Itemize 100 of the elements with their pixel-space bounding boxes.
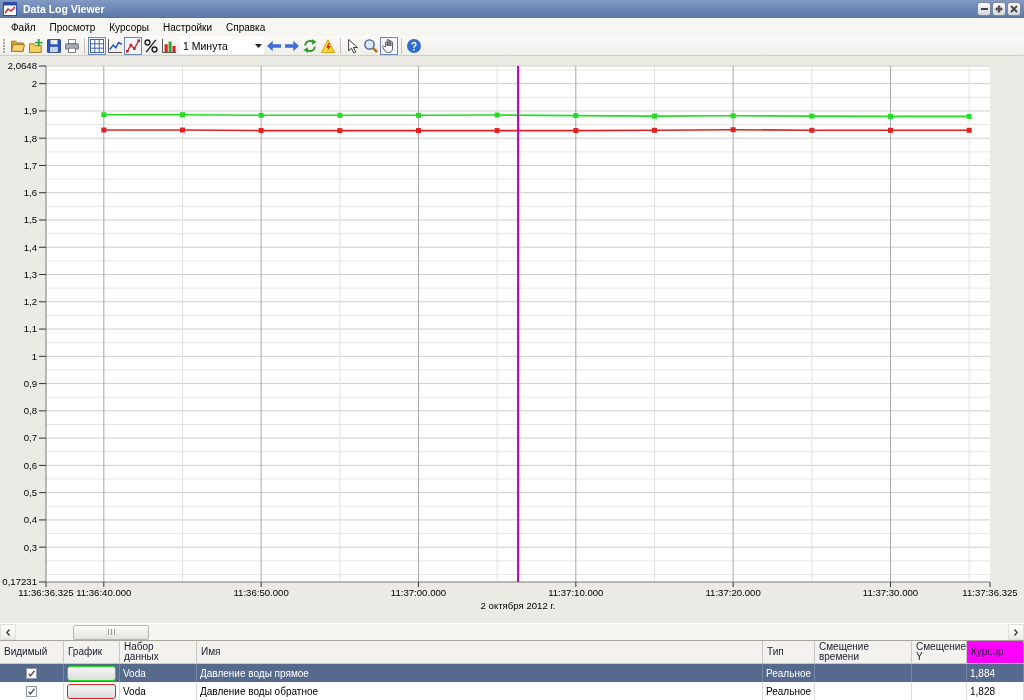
y-tick-label: 1,3 bbox=[23, 268, 37, 280]
menu-item[interactable]: Курсоры bbox=[102, 19, 156, 35]
line-markers-icon bbox=[126, 38, 140, 53]
grip-icon bbox=[107, 629, 115, 635]
table-cell: Voda bbox=[120, 682, 197, 700]
column-header[interactable]: Смещение времени bbox=[815, 641, 912, 663]
data-point bbox=[101, 127, 107, 133]
toolbar-button[interactable] bbox=[88, 36, 106, 55]
column-header[interactable]: Видимый bbox=[0, 641, 64, 663]
app-icon bbox=[3, 2, 17, 16]
y-tick-label: 0,3 bbox=[23, 541, 37, 553]
data-point bbox=[180, 127, 185, 133]
data-point bbox=[652, 127, 657, 133]
color-swatch[interactable] bbox=[67, 683, 116, 699]
grid-icon bbox=[90, 38, 104, 53]
magnifier-icon bbox=[364, 38, 378, 53]
data-point bbox=[416, 128, 421, 134]
data-point bbox=[888, 127, 893, 133]
expand-icon bbox=[995, 5, 1003, 13]
x-tick-label: 11:37:00.000 bbox=[390, 587, 447, 598]
y-tick-label: 1,9 bbox=[23, 105, 37, 117]
data-point bbox=[416, 112, 421, 118]
y-tick-label: 1,4 bbox=[23, 241, 37, 253]
scroll-left-button[interactable] bbox=[0, 624, 16, 640]
scroll-right-button[interactable] bbox=[1008, 624, 1024, 640]
maximize-button[interactable] bbox=[992, 2, 1006, 16]
minimize-button[interactable] bbox=[977, 2, 991, 16]
column-header[interactable]: График bbox=[64, 641, 120, 663]
x-tick-label: 11:37:20.000 bbox=[705, 587, 761, 598]
data-point bbox=[494, 128, 500, 134]
refresh-icon bbox=[303, 38, 317, 53]
column-header[interactable]: Курсор bbox=[967, 641, 1024, 663]
y-tick-label: 2,0648 bbox=[7, 60, 37, 72]
table-cell: Давление воды обратное bbox=[197, 682, 763, 700]
menu-item[interactable]: Файл bbox=[4, 19, 43, 35]
x-tick-label: 11:37:30.000 bbox=[862, 587, 919, 598]
folder-plus-icon bbox=[29, 38, 43, 53]
data-point bbox=[258, 128, 264, 134]
y-tick-label: 0,6 bbox=[23, 459, 37, 471]
data-point bbox=[966, 127, 972, 133]
data-point bbox=[730, 127, 736, 133]
menu-item[interactable]: Справка bbox=[219, 19, 273, 35]
data-point bbox=[809, 113, 815, 119]
x-tick-label: 11:36:40.000 bbox=[76, 587, 132, 598]
y-tick-label: 1 bbox=[31, 350, 37, 362]
checkbox[interactable] bbox=[26, 685, 37, 697]
y-tick-label: 0,8 bbox=[23, 405, 37, 417]
bar-chart-icon bbox=[162, 38, 176, 53]
data-point bbox=[652, 113, 657, 119]
interval-dropdown[interactable]: 1 Минута bbox=[180, 37, 264, 54]
y-tick-label: 0,9 bbox=[23, 377, 37, 389]
checkbox[interactable] bbox=[26, 667, 37, 679]
caret-icon bbox=[255, 43, 262, 48]
chevron-left-icon bbox=[6, 628, 10, 636]
arrow-right-icon bbox=[285, 38, 299, 53]
y-tick-label: 2 bbox=[31, 78, 37, 90]
horizontal-scrollbar[interactable] bbox=[0, 623, 1024, 640]
line-chart-icon bbox=[108, 38, 122, 53]
data-point bbox=[966, 113, 972, 119]
data-point bbox=[180, 112, 185, 118]
x-tick-label: 11:37:36.325 bbox=[962, 587, 1018, 598]
toolbar-button[interactable] bbox=[380, 36, 398, 55]
close-button[interactable] bbox=[1007, 2, 1021, 16]
printer-icon bbox=[65, 38, 79, 53]
menu-item[interactable]: Просмотр bbox=[42, 19, 103, 35]
axis-title: 2 октября 2012 г. bbox=[480, 600, 556, 611]
hand-icon bbox=[382, 38, 396, 53]
data-point bbox=[101, 112, 107, 118]
data-point bbox=[337, 112, 343, 118]
y-tick-label: 1,2 bbox=[23, 296, 37, 308]
x-tick-label: 11:37:10.000 bbox=[548, 587, 604, 598]
table-row[interactable]: Voda Давление воды прямое Реальное 1,884 bbox=[0, 664, 1024, 682]
warning-icon bbox=[321, 38, 335, 53]
toolbar-button[interactable] bbox=[160, 36, 178, 55]
toolbar-button[interactable] bbox=[45, 36, 63, 55]
column-header[interactable]: Набор данных bbox=[120, 641, 197, 663]
toolbar-button[interactable] bbox=[106, 36, 124, 55]
toolbar-button[interactable] bbox=[142, 36, 160, 55]
data-point bbox=[888, 113, 893, 119]
folder-icon bbox=[11, 38, 25, 53]
color-swatch[interactable] bbox=[67, 665, 116, 681]
data-point bbox=[337, 128, 343, 134]
check-icon bbox=[28, 669, 35, 677]
scrollbar-thumb[interactable] bbox=[73, 624, 149, 640]
data-point bbox=[494, 112, 500, 118]
y-tick-label: 0,5 bbox=[23, 487, 37, 498]
y-tick-label: 1,8 bbox=[23, 132, 37, 144]
menu-item[interactable]: Настройки bbox=[155, 19, 219, 35]
y-tick-label: 1,1 bbox=[23, 323, 37, 335]
y-tick-label: 1,6 bbox=[23, 187, 37, 199]
grip-icon bbox=[3, 37, 6, 54]
y-tick-label: 1,5 bbox=[23, 214, 37, 226]
minimize-icon bbox=[980, 8, 988, 10]
data-point bbox=[730, 113, 736, 119]
help-icon bbox=[407, 38, 421, 53]
y-tick-label: 0,17231 bbox=[2, 576, 37, 588]
column-header[interactable]: Имя bbox=[197, 641, 763, 663]
y-tick-label: 0,4 bbox=[23, 514, 37, 526]
check-icon bbox=[28, 687, 35, 695]
column-header[interactable]: Тип bbox=[763, 641, 815, 663]
